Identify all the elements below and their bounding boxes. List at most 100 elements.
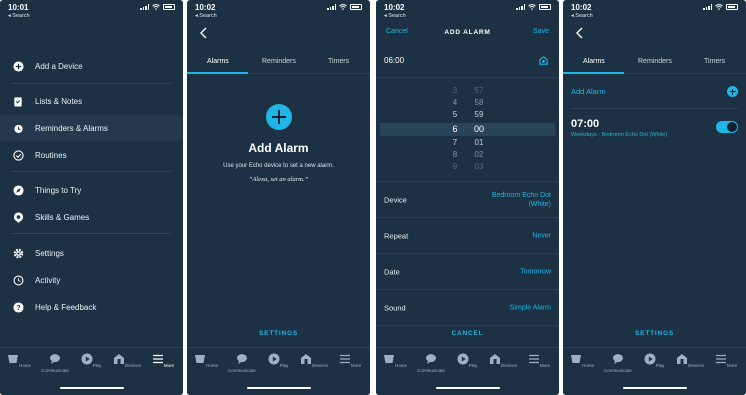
- home-echo-icon: [383, 355, 394, 363]
- settings-link[interactable]: SETTINGS: [187, 330, 370, 337]
- tab-home[interactable]: Home: [567, 353, 597, 368]
- field-label: Sound: [384, 303, 406, 312]
- minute-option[interactable]: 02: [469, 150, 489, 159]
- minute-selected[interactable]: 00: [469, 124, 489, 134]
- back-to-search-link[interactable]: ◂ Search: [384, 13, 406, 19]
- tab-home[interactable]: Home: [380, 353, 410, 368]
- tab-devices[interactable]: Devices: [488, 353, 518, 368]
- device-field[interactable]: Device Bedroom Echo Dot (White): [376, 182, 559, 218]
- hour-selected[interactable]: 6: [445, 124, 465, 134]
- menu-item-label: Lists & Notes: [35, 96, 83, 106]
- back-chevron-icon[interactable]: [575, 27, 585, 39]
- repeat-field[interactable]: Repeat Never: [376, 218, 559, 254]
- hour-option[interactable]: 5: [445, 110, 465, 119]
- minute-option[interactable]: 59: [469, 110, 489, 119]
- tab-communicate[interactable]: Communicate: [603, 353, 633, 373]
- menu-lines-icon: [528, 354, 539, 364]
- home-echo-icon: [570, 355, 581, 363]
- tab-play[interactable]: Play: [639, 353, 669, 368]
- devices-house-icon: [113, 354, 124, 364]
- alarm-list-item[interactable]: 07:00 Weekdays · Bedroom Echo Dot (White…: [563, 110, 746, 150]
- wifi-icon: [339, 4, 347, 10]
- minute-option[interactable]: 57: [469, 86, 489, 95]
- menu-item-settings[interactable]: Settings: [0, 240, 183, 266]
- alarm-detail: Weekdays · Bedroom Echo Dot (White): [571, 132, 668, 138]
- tab-communicate[interactable]: Communicate: [40, 353, 70, 373]
- tab-alarms[interactable]: Alarms: [207, 58, 229, 65]
- hour-option[interactable]: 3: [445, 86, 465, 95]
- minute-option[interactable]: 03: [469, 162, 489, 171]
- menu-item-activity[interactable]: Activity: [0, 267, 183, 293]
- tab-home[interactable]: Home: [191, 353, 221, 368]
- add-alarm-plus-icon[interactable]: [727, 86, 738, 97]
- tab-play[interactable]: Play: [452, 353, 482, 368]
- back-chevron-icon[interactable]: [199, 27, 209, 39]
- alarm-toggle[interactable]: [716, 121, 738, 133]
- divider: [12, 83, 171, 84]
- tab-devices[interactable]: Devices: [299, 353, 329, 368]
- page-title: ADD ALARM: [444, 29, 491, 36]
- tab-alarms[interactable]: Alarms: [583, 58, 605, 65]
- tab-label: Communicate: [41, 368, 69, 373]
- tab-timers[interactable]: Timers: [328, 58, 349, 65]
- tab-play[interactable]: Play: [263, 353, 293, 368]
- menu-item-reminders-alarms[interactable]: Reminders & Alarms: [0, 115, 183, 141]
- minute-option[interactable]: 01: [469, 138, 489, 147]
- compass-icon: [12, 184, 24, 196]
- tab-label: More: [726, 363, 738, 368]
- menu-item-routines[interactable]: Routines: [0, 142, 183, 168]
- tab-label: Home: [394, 363, 407, 368]
- alarm-bell-icon: [539, 56, 548, 65]
- menu-item-help-feedback[interactable]: ? Help & Feedback: [0, 294, 183, 320]
- tab-communicate[interactable]: Communicate: [227, 353, 257, 373]
- tab-devices[interactable]: Devices: [675, 353, 705, 368]
- date-field[interactable]: Date Tomorrow: [376, 254, 559, 290]
- settings-link[interactable]: SETTINGS: [563, 330, 746, 337]
- play-icon: [644, 353, 656, 365]
- signal-icon: [327, 4, 336, 10]
- back-to-search-link[interactable]: ◂ Search: [571, 13, 593, 19]
- bottom-tab-bar: Home Communicate Play Devices More: [187, 347, 370, 395]
- help-icon: ?: [12, 301, 24, 313]
- time-picker-wheel[interactable]: 3 57 4 58 5 59 6 00 7 01 8 02 9 03: [376, 86, 559, 172]
- add-alarm-plus-icon[interactable]: [266, 104, 292, 130]
- menu-item-label: Routines: [35, 150, 67, 160]
- tab-reminders[interactable]: Reminders: [262, 58, 296, 65]
- back-to-search-link[interactable]: ◂ Search: [195, 13, 217, 19]
- menu-item-add-device[interactable]: Add a Device: [0, 53, 183, 79]
- hour-option[interactable]: 9: [445, 162, 465, 171]
- menu-item-skills-games[interactable]: Skills & Games: [0, 204, 183, 230]
- tab-label: Home: [205, 363, 218, 368]
- back-to-search-link[interactable]: ◂ Search: [8, 13, 30, 19]
- minute-option[interactable]: 58: [469, 98, 489, 107]
- tab-more[interactable]: More: [711, 353, 741, 368]
- hour-option[interactable]: 8: [445, 150, 465, 159]
- wifi-icon: [152, 4, 160, 10]
- tab-communicate[interactable]: Communicate: [416, 353, 446, 373]
- hour-option[interactable]: 4: [445, 98, 465, 107]
- cancel-link[interactable]: CANCEL: [376, 330, 559, 337]
- skills-icon: [12, 211, 24, 223]
- menu-item-lists-notes[interactable]: Lists & Notes: [0, 88, 183, 114]
- tab-play[interactable]: Play: [76, 353, 106, 368]
- hour-option[interactable]: 7: [445, 138, 465, 147]
- tab-devices[interactable]: Devices: [112, 353, 142, 368]
- tab-more[interactable]: More: [335, 353, 365, 368]
- tab-reminders[interactable]: Reminders: [638, 58, 672, 65]
- add-alarm-link[interactable]: Add Alarm: [571, 87, 606, 96]
- status-time: 10:02: [195, 3, 216, 12]
- save-button[interactable]: Save: [533, 28, 549, 35]
- empty-voice-hint: “Alexa, set an alarm.”: [248, 176, 309, 183]
- tab-timers[interactable]: Timers: [704, 58, 725, 65]
- screen-more-menu: 10:01 ◂ Search Add a Device Lists & Note…: [0, 0, 183, 395]
- menu-item-things-to-try[interactable]: Things to Try: [0, 177, 183, 203]
- tab-label: Communicate: [604, 368, 632, 373]
- tab-home[interactable]: Home: [4, 353, 34, 368]
- selected-tab-indicator: [563, 72, 624, 74]
- tab-more[interactable]: More: [524, 353, 554, 368]
- tab-more[interactable]: More: [148, 353, 178, 368]
- add-alarm-header: Cancel ADD ALARM Save: [376, 28, 559, 40]
- menu-item-label: Activity: [35, 275, 61, 285]
- wifi-icon: [715, 4, 723, 10]
- sound-field[interactable]: Sound Simple Alarm: [376, 290, 559, 326]
